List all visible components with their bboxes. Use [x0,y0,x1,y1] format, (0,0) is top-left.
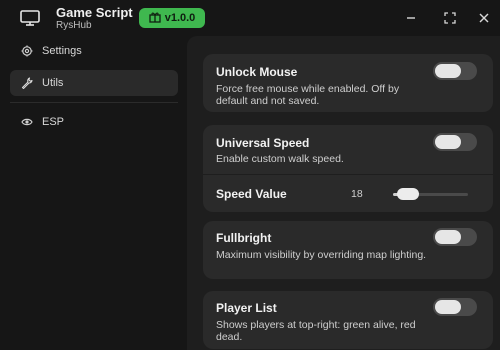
sidebar-item-utils[interactable]: Utils [10,70,178,96]
sidebar-item-label: ESP [42,116,65,128]
title-bar: Game Script RysHub v1.0.0 [0,0,500,36]
close-button[interactable] [476,10,492,26]
maximize-icon [444,12,456,24]
player-list-card: Player List Shows players at top-right: … [203,291,493,349]
app-title: Game Script [56,5,133,20]
sidebar-divider [10,102,178,103]
card-separator [203,174,493,175]
card-title: Unlock Mouse [216,65,298,79]
toggle-knob [435,230,461,244]
sidebar-item-label: Settings [42,45,82,57]
toggle-knob [435,64,461,78]
wrench-icon [20,76,34,90]
unlock-mouse-toggle[interactable] [433,62,477,80]
slider-thumb[interactable] [397,188,419,200]
universal-speed-toggle[interactable] [433,133,477,151]
card-title: Player List [216,301,277,315]
card-description: Enable custom walk speed. [216,153,344,165]
sidebar-item-settings[interactable]: Settings [10,38,178,64]
card-title: Universal Speed [216,136,310,150]
speed-value-slider[interactable] [393,188,468,200]
main-content: Unlock Mouse Force free mouse while enab… [187,36,500,350]
toggle-knob [435,135,461,149]
speed-value-label: Speed Value [216,187,287,201]
sidebar-item-label: Utils [42,77,64,89]
toggle-knob [435,300,461,314]
player-list-toggle[interactable] [433,298,477,316]
fullbright-toggle[interactable] [433,228,477,246]
version-badge: v1.0.0 [139,8,205,28]
unlock-mouse-card: Unlock Mouse Force free mouse while enab… [203,54,493,112]
sidebar-item-esp[interactable]: ESP [10,109,178,135]
eye-icon [20,115,34,129]
close-icon [479,13,489,23]
version-label: v1.0.0 [164,12,196,24]
maximize-button[interactable] [442,10,458,26]
speed-value-readout: 18 [351,188,363,200]
card-description: Shows players at top-right: green alive,… [216,319,416,343]
minimize-button[interactable] [403,10,419,26]
gift-icon [149,11,161,26]
minimize-icon [407,17,415,19]
fullbright-card: Fullbright Maximum visibility by overrid… [203,221,493,279]
universal-speed-card: Universal Speed Enable custom walk speed… [203,125,493,212]
card-description: Force free mouse while enabled. Off by d… [216,83,400,107]
gear-icon [20,44,34,58]
app-subtitle: RysHub [56,20,92,31]
monitor-icon [20,10,40,26]
card-description: Maximum visibility by overriding map lig… [216,249,427,261]
sidebar: Settings Utils ESP [0,36,186,350]
app-window: Game Script RysHub v1.0.0 Settings Utils… [0,0,500,350]
card-title: Fullbright [216,231,272,245]
